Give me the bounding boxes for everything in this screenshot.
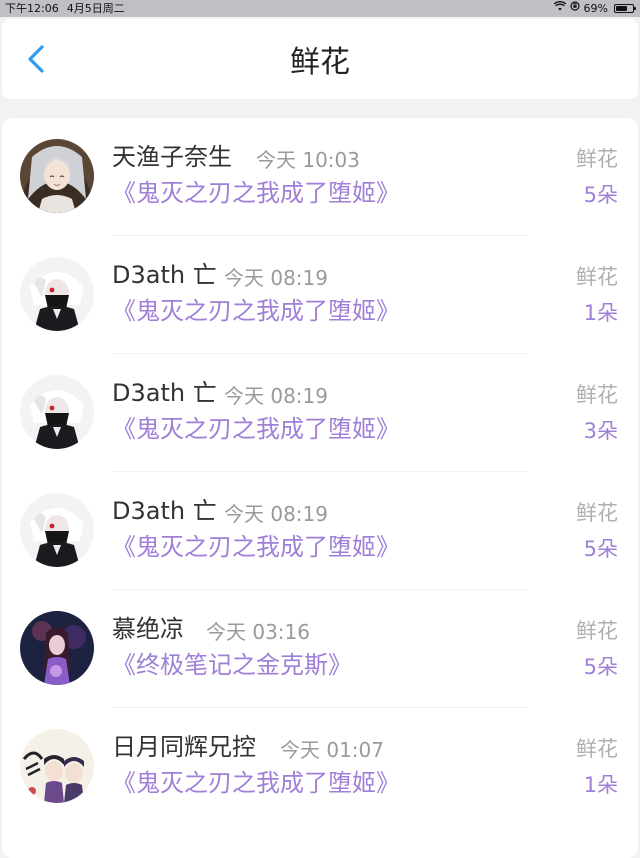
avatar[interactable] [20, 729, 94, 803]
status-time: 下午12:06 [5, 2, 59, 15]
send-time: 今天 08:19 [224, 384, 328, 408]
battery-percent: 69% [583, 2, 608, 15]
gift-type: 鲜花 [576, 265, 618, 289]
book-title[interactable]: 《鬼灭之刃之我成了堕姬》 [112, 768, 400, 798]
send-time: 今天 03:16 [206, 620, 310, 644]
navigation-header: 鲜花 [2, 19, 638, 99]
orientation-lock-icon [569, 0, 580, 17]
gift-type: 鲜花 [576, 383, 618, 407]
list-item[interactable]: 日月同辉兄控 今天 01:07 《鬼灭之刃之我成了堕姬》 鲜花 1朵 [2, 708, 638, 826]
gift-type: 鲜花 [576, 147, 618, 171]
book-title[interactable]: 《终极笔记之金克斯》 [112, 650, 352, 680]
gift-type: 鲜花 [576, 737, 618, 761]
avatar[interactable] [20, 493, 94, 567]
gift-type: 鲜花 [576, 501, 618, 525]
list-item[interactable]: 天渔子奈生 今天 10:03 《鬼灭之刃之我成了堕姬》 鲜花 5朵 [2, 118, 638, 236]
status-bar: 下午12:06 4月5日周二 69% [0, 0, 640, 17]
book-title[interactable]: 《鬼灭之刃之我成了堕姬》 [112, 296, 400, 326]
book-title[interactable]: 《鬼灭之刃之我成了堕姬》 [112, 414, 400, 444]
battery-icon [614, 4, 636, 13]
book-title[interactable]: 《鬼灭之刃之我成了堕姬》 [112, 178, 400, 208]
avatar[interactable] [20, 611, 94, 685]
send-time: 今天 10:03 [256, 148, 360, 172]
gift-count: 1朵 [583, 301, 618, 325]
status-date: 4月5日周二 [66, 2, 125, 15]
gift-count: 5朵 [583, 655, 618, 679]
list-item[interactable]: D3ath 亡 今天 08:19 《鬼灭之刃之我成了堕姬》 鲜花 1朵 [2, 236, 638, 354]
list-item[interactable]: D3ath 亡 今天 08:19 《鬼灭之刃之我成了堕姬》 鲜花 3朵 [2, 354, 638, 472]
gift-record-list: 天渔子奈生 今天 10:03 《鬼灭之刃之我成了堕姬》 鲜花 5朵 D3ath … [2, 118, 638, 858]
sender-name: 天渔子奈生 [112, 143, 232, 171]
sender-name: 慕绝凉 [112, 615, 184, 643]
send-time: 今天 01:07 [280, 738, 384, 762]
wifi-icon [553, 0, 566, 17]
gift-type: 鲜花 [576, 619, 618, 643]
avatar[interactable] [20, 139, 94, 213]
send-time: 今天 08:19 [224, 502, 328, 526]
book-title[interactable]: 《鬼灭之刃之我成了堕姬》 [112, 532, 400, 562]
send-time: 今天 08:19 [224, 266, 328, 290]
gift-count: 5朵 [583, 537, 618, 561]
list-item[interactable]: 慕绝凉 今天 03:16 《终极笔记之金克斯》 鲜花 5朵 [2, 590, 638, 708]
sender-name: D3ath 亡 [112, 497, 217, 525]
gift-count: 5朵 [583, 183, 618, 207]
avatar[interactable] [20, 257, 94, 331]
avatar[interactable] [20, 375, 94, 449]
battery-fill [616, 6, 627, 11]
list-item[interactable]: D3ath 亡 今天 08:19 《鬼灭之刃之我成了堕姬》 鲜花 5朵 [2, 472, 638, 590]
sender-name: 日月同辉兄控 [112, 733, 256, 761]
sender-name: D3ath 亡 [112, 261, 217, 289]
gift-count: 1朵 [583, 773, 618, 797]
sender-name: D3ath 亡 [112, 379, 217, 407]
gift-count: 3朵 [583, 419, 618, 443]
page-title: 鲜花 [290, 45, 350, 80]
